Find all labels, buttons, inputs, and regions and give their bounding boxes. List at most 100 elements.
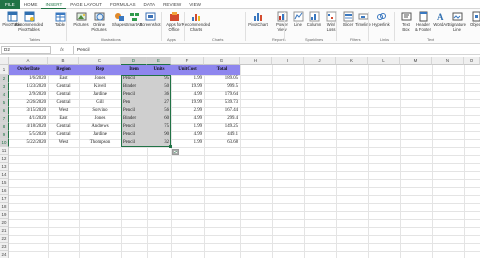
table-cell[interactable]: 2/9/2020 <box>9 91 48 99</box>
table-cell[interactable]: Jones <box>79 115 121 123</box>
row-header-1[interactable]: 1 <box>0 65 9 75</box>
row-header-5[interactable]: 5 <box>0 99 9 107</box>
column-header-k[interactable]: K <box>336 57 368 65</box>
column-header-e[interactable]: E <box>147 57 171 65</box>
table-cell[interactable]: 539.73 <box>204 99 240 107</box>
table-cell[interactable]: Gill <box>79 99 121 107</box>
table-cell[interactable]: 4/1/2020 <box>9 115 48 123</box>
table-cell[interactable]: Pencil <box>121 75 147 83</box>
row-header-16[interactable]: 16 <box>0 187 9 195</box>
column-header-n[interactable]: N <box>432 57 464 65</box>
row-header-24[interactable]: 24 <box>0 251 9 258</box>
tab-home[interactable]: HOME <box>20 0 42 9</box>
fill-handle[interactable] <box>169 145 172 148</box>
table-cell[interactable]: Jones <box>79 75 121 83</box>
row-header-14[interactable]: 14 <box>0 171 9 179</box>
ribbon-hyperlink-button[interactable]: Hyperlink <box>370 11 392 28</box>
row-header-2[interactable]: 2 <box>0 75 9 83</box>
table-cell[interactable]: 1/6/2020 <box>9 75 48 83</box>
table-header-cell[interactable]: Region <box>48 65 79 75</box>
row-header-4[interactable]: 4 <box>0 91 9 99</box>
table-cell[interactable]: 36 <box>147 91 171 99</box>
tab-review[interactable]: REVIEW <box>159 0 185 9</box>
ribbon-table-button[interactable]: Table <box>49 11 71 28</box>
ribbon-online-pictures-button[interactable]: Online Pictures <box>88 11 110 32</box>
row-header-22[interactable]: 22 <box>0 235 9 243</box>
table-cell[interactable]: Binder <box>121 115 147 123</box>
table-cell[interactable]: 3/15/2020 <box>9 107 48 115</box>
table-cell[interactable]: Sorvino <box>79 107 121 115</box>
table-cell[interactable]: 4/18/2020 <box>9 123 48 131</box>
column-header-f[interactable]: F <box>171 57 204 65</box>
row-header-11[interactable]: 11 <box>0 147 9 155</box>
quick-analysis-icon[interactable] <box>172 149 179 155</box>
table-header-cell[interactable]: Item <box>121 65 147 75</box>
column-header-g[interactable]: G <box>204 57 240 65</box>
row-header-3[interactable]: 3 <box>0 83 9 91</box>
table-cell[interactable]: Thompson <box>79 139 121 147</box>
row-header-20[interactable]: 20 <box>0 219 9 227</box>
table-cell[interactable]: 999.5 <box>204 83 240 91</box>
row-header-19[interactable]: 19 <box>0 211 9 219</box>
formula-input[interactable]: Pencil <box>73 45 480 54</box>
table-cell[interactable]: West <box>48 107 79 115</box>
table-cell[interactable]: 299.4 <box>204 115 240 123</box>
table-cell[interactable]: 90 <box>147 131 171 139</box>
table-cell[interactable]: 1.99 <box>171 75 204 83</box>
ribbon-screenshot-button[interactable]: Screenshot <box>139 11 161 28</box>
row-header-21[interactable]: 21 <box>0 227 9 235</box>
tab-data[interactable]: DATA <box>140 0 160 9</box>
row-header-17[interactable]: 17 <box>0 195 9 203</box>
table-cell[interactable]: 1/23/2020 <box>9 83 48 91</box>
table-header-cell[interactable]: Total <box>204 65 240 75</box>
table-cell[interactable]: East <box>48 115 79 123</box>
table-cell[interactable]: 75 <box>147 123 171 131</box>
table-cell[interactable]: Pencil <box>121 131 147 139</box>
column-header-i[interactable]: I <box>272 57 304 65</box>
table-cell[interactable]: Central <box>48 83 79 91</box>
table-cell[interactable]: Kivell <box>79 83 121 91</box>
table-cell[interactable]: 27 <box>147 99 171 107</box>
table-cell[interactable]: West <box>48 139 79 147</box>
table-cell[interactable]: Central <box>48 91 79 99</box>
row-header-10[interactable]: 10 <box>0 139 9 147</box>
table-cell[interactable]: 1.99 <box>171 123 204 131</box>
row-header-23[interactable]: 23 <box>0 243 9 251</box>
table-cell[interactable]: 19.99 <box>171 83 204 91</box>
table-cell[interactable]: 189.05 <box>204 75 240 83</box>
table-header-cell[interactable]: Units <box>147 65 171 75</box>
column-header-b[interactable]: B <box>48 57 79 65</box>
row-header-8[interactable]: 8 <box>0 123 9 131</box>
row-header-9[interactable]: 9 <box>0 131 9 139</box>
table-cell[interactable]: Pencil <box>121 107 147 115</box>
ribbon-recommended-pivot-button[interactable]: Recommended PivotTables <box>15 11 43 32</box>
table-cell[interactable]: 4.99 <box>171 115 204 123</box>
row-header-7[interactable]: 7 <box>0 115 9 123</box>
table-cell[interactable]: Jardine <box>79 91 121 99</box>
table-cell[interactable]: East <box>48 75 79 83</box>
tab-formulas[interactable]: FORMULAS <box>106 0 140 9</box>
table-cell[interactable]: 4.99 <box>171 131 204 139</box>
table-cell[interactable]: 449.1 <box>204 131 240 139</box>
table-cell[interactable]: 2/26/2020 <box>9 99 48 107</box>
table-cell[interactable]: 167.44 <box>204 107 240 115</box>
row-header-18[interactable]: 18 <box>0 203 9 211</box>
ribbon-object-button[interactable]: Object <box>465 11 480 28</box>
table-cell[interactable]: Central <box>48 131 79 139</box>
tab-file[interactable]: FILE <box>0 0 20 9</box>
column-header-m[interactable]: M <box>400 57 432 65</box>
table-cell[interactable]: Pen <box>121 99 147 107</box>
table-cell[interactable]: Binder <box>121 83 147 91</box>
ribbon-pivotchart-button[interactable]: PivotChart <box>247 11 269 28</box>
table-header-cell[interactable]: OrderDate <box>9 65 48 75</box>
column-header-l[interactable]: L <box>368 57 400 65</box>
row-header-6[interactable]: 6 <box>0 107 9 115</box>
table-cell[interactable]: Pencil <box>121 139 147 147</box>
table-cell[interactable]: 1.99 <box>171 139 204 147</box>
table-cell[interactable]: 2.99 <box>171 107 204 115</box>
table-cell[interactable]: 5/5/2020 <box>9 131 48 139</box>
column-header-a[interactable]: A <box>9 57 48 65</box>
table-cell[interactable]: 95 <box>147 75 171 83</box>
table-cell[interactable]: 149.25 <box>204 123 240 131</box>
table-header-cell[interactable]: UnitCost <box>171 65 204 75</box>
